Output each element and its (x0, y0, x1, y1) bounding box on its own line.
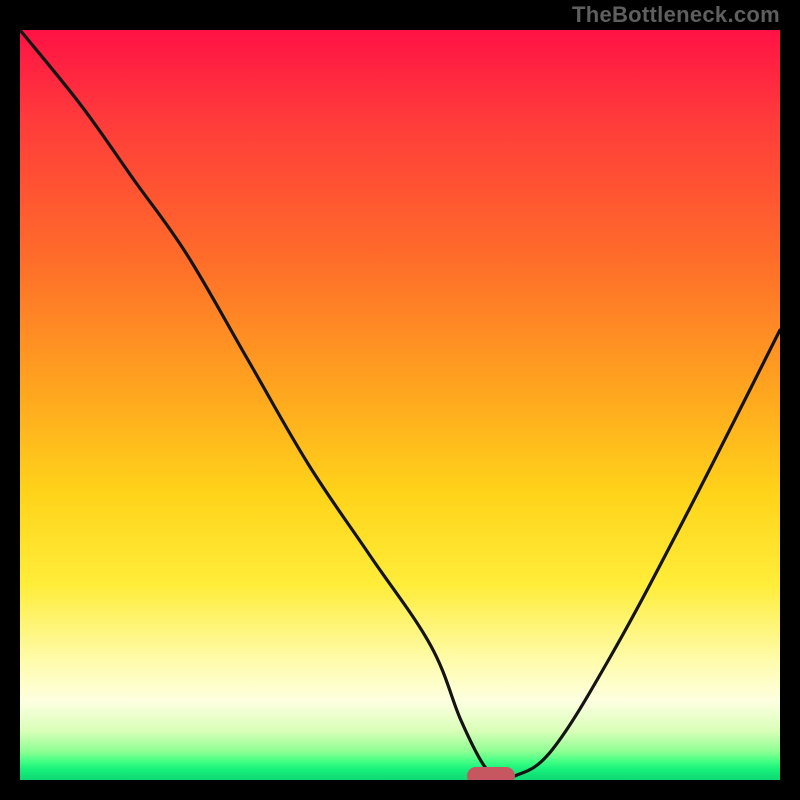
gradient-background (20, 30, 780, 780)
watermark-text: TheBottleneck.com (572, 2, 780, 28)
chart-frame: TheBottleneck.com (0, 0, 800, 800)
plot-area (20, 30, 780, 780)
